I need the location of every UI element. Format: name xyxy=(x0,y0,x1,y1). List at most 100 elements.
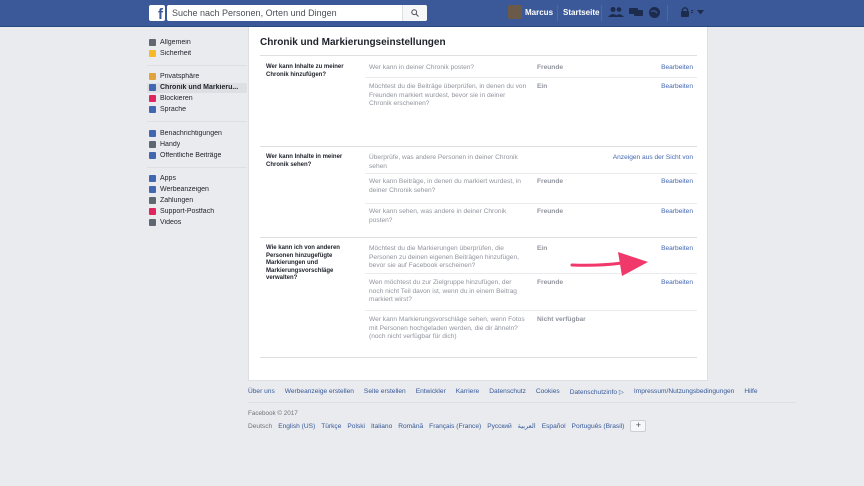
setting-question: Möchtest du die Beiträge überprüfen, in … xyxy=(369,83,527,107)
sidebar-item-ads[interactable]: Werbeanzeigen xyxy=(147,185,247,196)
row-divider xyxy=(365,77,697,78)
setting-question: Wer kann in deiner Chronik posten? xyxy=(369,64,475,71)
footer-link[interactable]: Über uns xyxy=(248,388,275,396)
sidebar-item-label: Handy xyxy=(160,140,181,148)
mobile-icon xyxy=(149,140,156,148)
settings-section: Wer kann Inhalte in meiner Chronik sehen… xyxy=(260,146,697,238)
language-link[interactable]: Português (Brasil) xyxy=(572,423,625,430)
settings-sidebar: Allgemein Sicherheit Privatsphäre Chronik u… xyxy=(147,37,247,229)
footer-link[interactable]: Datenschutz xyxy=(489,388,526,396)
search-icon xyxy=(411,9,419,17)
sidebar-item-label: Allgemein xyxy=(160,38,191,46)
row-divider xyxy=(365,310,697,311)
timeline-icon xyxy=(149,84,156,92)
edit-link[interactable]: Bearbeiten xyxy=(661,83,693,90)
language-link[interactable]: Français (France) xyxy=(429,423,481,430)
divider xyxy=(601,5,602,21)
edit-link[interactable]: Bearbeiten xyxy=(661,208,693,215)
footer-link[interactable]: Entwickler xyxy=(416,388,446,396)
language-link[interactable]: Español xyxy=(542,423,566,430)
sidebar-item-label: Sicherheit xyxy=(160,49,192,57)
language-link[interactable]: Italiano xyxy=(371,423,392,430)
lock-icon xyxy=(149,73,156,81)
sidebar-item-label: Support-Postfach xyxy=(160,208,215,216)
sidebar-item-lock[interactable]: Privatsphäre xyxy=(147,72,247,83)
setting-value: Nicht verfügbar xyxy=(537,316,586,323)
sidebar-item-video[interactable]: Videos xyxy=(147,218,247,229)
row-divider xyxy=(365,173,697,174)
sidebar-item-label: Benachrichtigungen xyxy=(160,129,222,137)
sidebar-item-label: Sprache xyxy=(160,106,187,114)
support-icon xyxy=(149,208,156,216)
language-link[interactable]: Русский xyxy=(487,423,511,430)
divider xyxy=(667,5,668,21)
sidebar-item-language[interactable]: Sprache xyxy=(147,105,247,116)
current-language: Deutsch xyxy=(248,422,273,430)
notifications-globe-icon[interactable] xyxy=(648,6,661,19)
language-link[interactable]: English (US) xyxy=(278,423,315,430)
sidebar-item-mobile[interactable]: Handy xyxy=(147,139,247,150)
edit-link[interactable]: Bearbeiten xyxy=(661,245,693,252)
view-as-link[interactable]: Anzeigen aus der Sicht von xyxy=(613,154,693,161)
annotation-arrow-icon xyxy=(570,252,648,276)
sidebar-item-label: Apps xyxy=(160,175,176,183)
home-link[interactable]: Startseite xyxy=(563,8,599,17)
sidebar-item-payments[interactable]: Zahlungen xyxy=(147,196,247,207)
language-link[interactable]: Română xyxy=(398,423,423,430)
footer-link[interactable]: Cookies xyxy=(536,388,560,396)
sidebar-item-label: Privatsphäre xyxy=(160,73,200,81)
sidebar-item-label: Zahlungen xyxy=(160,197,194,205)
setting-question: Wer kann Markierungsvorschläge sehen, we… xyxy=(369,316,525,340)
friend-requests-icon[interactable] xyxy=(608,6,624,18)
section-label: Wer kann Inhalte in meiner Chronik sehen… xyxy=(266,154,343,168)
lock-icon[interactable] xyxy=(680,6,690,18)
edit-link[interactable]: Bearbeiten xyxy=(661,279,693,286)
sidebar-divider xyxy=(147,166,247,168)
top-navigation-bar: f Marcus Startseite xyxy=(0,0,864,27)
footer-link[interactable]: Karriere xyxy=(456,388,479,396)
footer-link[interactable]: Hilfe xyxy=(744,388,757,396)
footer-link[interactable]: Datenschutzinfo ▷ xyxy=(570,388,624,396)
footer-link[interactable]: Seite erstellen xyxy=(364,388,406,396)
setting-value: Ein xyxy=(537,83,548,90)
search-box xyxy=(167,5,427,21)
facebook-logo[interactable]: f xyxy=(149,5,165,21)
sidebar-item-apps[interactable]: Apps xyxy=(147,174,247,185)
footer-link[interactable]: Werbeanzeige erstellen xyxy=(285,388,354,396)
settings-panel: Chronik und Markierungseinstellungen Wer… xyxy=(248,27,708,381)
sidebar-item-globe[interactable]: Benachrichtigungen xyxy=(147,128,247,139)
sidebar-divider xyxy=(147,121,247,122)
sidebar-item-support[interactable]: Support-Postfach xyxy=(147,207,247,218)
sidebar-item-shield[interactable]: Sicherheit xyxy=(147,48,247,59)
page-title: Chronik und Markierungseinstellungen xyxy=(260,37,446,48)
setting-value: Freunde xyxy=(537,178,564,185)
edit-link[interactable]: Bearbeiten xyxy=(661,64,693,71)
search-input[interactable] xyxy=(172,6,400,20)
section-label: Wer kann Inhalte zu meiner Chronik hinzu… xyxy=(266,64,344,78)
setting-question: Wer kann Beiträge, in denen du markiert … xyxy=(369,178,521,194)
edit-link[interactable]: Bearbeiten xyxy=(661,178,693,185)
language-icon xyxy=(149,106,156,114)
sidebar-item-block[interactable]: Blockieren xyxy=(147,94,247,105)
globe-icon xyxy=(149,129,156,137)
section-label: Wie kann ich von anderen Personen hinzug… xyxy=(266,245,340,281)
sidebar-item-rss[interactable]: Öffentliche Beiträge xyxy=(147,150,247,161)
sidebar-item-timeline[interactable]: Chronik und Markieru... xyxy=(147,82,247,93)
messages-icon[interactable] xyxy=(628,6,644,18)
language-link[interactable]: Türkçe xyxy=(321,423,341,430)
chevron-down-icon[interactable] xyxy=(697,10,704,15)
footer-link[interactable]: Impressum/Nutzungsbedingungen xyxy=(634,388,734,396)
sidebar-item-gear[interactable]: Allgemein xyxy=(147,37,247,48)
rss-icon xyxy=(149,151,156,159)
search-button[interactable] xyxy=(402,5,427,21)
sidebar-item-label: Öffentliche Beiträge xyxy=(160,151,222,159)
language-link[interactable]: العربية xyxy=(518,422,536,430)
avatar[interactable] xyxy=(508,5,522,19)
more-languages-button[interactable]: + xyxy=(630,420,647,432)
language-link[interactable]: Polski xyxy=(347,423,365,430)
profile-link[interactable]: Marcus xyxy=(525,8,553,17)
setting-question: Wer kann sehen, was andere in deiner Chr… xyxy=(369,208,507,224)
setting-value: Freunde xyxy=(537,208,564,215)
setting-value: Freunde xyxy=(537,279,564,286)
settings-section: Wer kann Inhalte zu meiner Chronik hinzu… xyxy=(260,56,697,147)
